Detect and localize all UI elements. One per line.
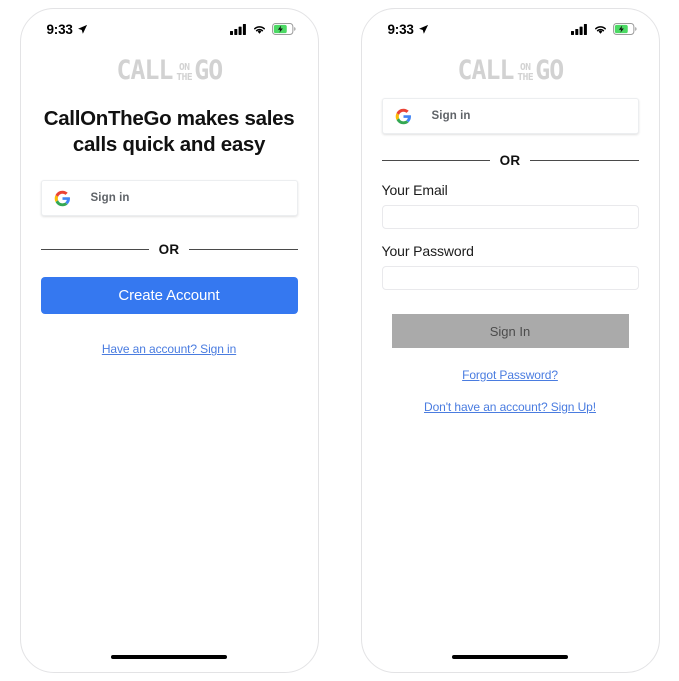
screenshot-stage: 9:33 CALL ON THE GO CallOnTheGo makes sa… bbox=[0, 0, 679, 681]
or-divider: OR bbox=[381, 153, 639, 168]
divider-line-right bbox=[189, 249, 298, 251]
logo-text-the: THE bbox=[176, 71, 193, 83]
status-bar-left: 9:33 bbox=[47, 22, 88, 37]
divider-line-left bbox=[40, 249, 149, 251]
divider-line-left bbox=[381, 160, 490, 161]
app-logo: CALL ON THE GO bbox=[21, 57, 318, 84]
or-divider: OR bbox=[40, 242, 298, 258]
signup-screen-body: CallOnTheGo makes sales calls quick and … bbox=[21, 106, 318, 356]
email-field-label: Your Email bbox=[381, 182, 448, 198]
wifi-icon bbox=[594, 25, 606, 34]
clock-label: 9:33 bbox=[46, 21, 73, 37]
logo-text-on-the: ON THE bbox=[517, 63, 533, 82]
location-arrow-icon bbox=[77, 24, 87, 34]
email-field[interactable] bbox=[381, 205, 639, 229]
status-bar: 9:33 bbox=[21, 9, 318, 43]
password-field[interactable] bbox=[381, 266, 639, 290]
have-account-sign-in-link[interactable]: Have an account? Sign in bbox=[41, 342, 298, 356]
logo-text-the: THE bbox=[517, 71, 534, 83]
logo-text-on-the: ON THE bbox=[176, 63, 192, 82]
create-account-label: Create Account bbox=[118, 287, 220, 305]
phone-signin-screen: 9:33 CALL ON THE GO Sign in OR Your Emai… bbox=[360, 8, 660, 673]
battery-charging-icon bbox=[612, 23, 637, 35]
password-field-label: Your Password bbox=[381, 243, 474, 259]
divider-label: OR bbox=[158, 242, 180, 258]
app-logo: CALL ON THE GO bbox=[362, 57, 659, 84]
divider-label: OR bbox=[499, 153, 521, 168]
location-arrow-icon bbox=[418, 24, 428, 34]
divider-line-right bbox=[530, 160, 639, 161]
status-bar: 9:33 bbox=[362, 9, 659, 43]
create-account-button[interactable]: Create Account bbox=[40, 277, 298, 315]
cellular-signal-icon bbox=[570, 23, 587, 35]
forgot-password-link[interactable]: Forgot Password? bbox=[382, 368, 639, 382]
page-headline: CallOnTheGo makes sales calls quick and … bbox=[43, 107, 295, 157]
sign-in-label: Sign In bbox=[489, 323, 531, 339]
logo-text-call: CALL bbox=[457, 55, 515, 86]
logo-text-call: CALL bbox=[116, 55, 174, 86]
google-sign-in-button[interactable]: Sign in bbox=[381, 98, 639, 134]
home-indicator bbox=[452, 655, 568, 659]
google-sign-in-button[interactable]: Sign in bbox=[40, 180, 298, 217]
sign-up-link[interactable]: Don't have an account? Sign Up! bbox=[382, 400, 639, 414]
google-g-icon bbox=[395, 108, 411, 124]
clock-label: 9:33 bbox=[387, 21, 414, 37]
wifi-icon bbox=[253, 25, 265, 34]
battery-charging-icon bbox=[271, 23, 296, 35]
status-bar-left: 9:33 bbox=[388, 22, 429, 37]
logo-text-go: GO bbox=[535, 55, 564, 86]
signin-screen-body: Sign in OR Your Email Your Password Sign… bbox=[362, 98, 659, 414]
google-sign-in-label: Sign in bbox=[90, 192, 130, 205]
google-g-icon bbox=[54, 190, 70, 207]
home-indicator bbox=[111, 655, 227, 659]
google-sign-in-label: Sign in bbox=[431, 110, 471, 122]
phone-signup-screen: 9:33 CALL ON THE GO CallOnTheGo makes sa… bbox=[19, 8, 319, 673]
cellular-signal-icon bbox=[229, 23, 246, 35]
status-bar-right bbox=[570, 23, 637, 35]
sign-in-button[interactable]: Sign In bbox=[391, 314, 629, 348]
logo-text-go: GO bbox=[194, 55, 223, 86]
status-bar-right bbox=[229, 23, 296, 35]
